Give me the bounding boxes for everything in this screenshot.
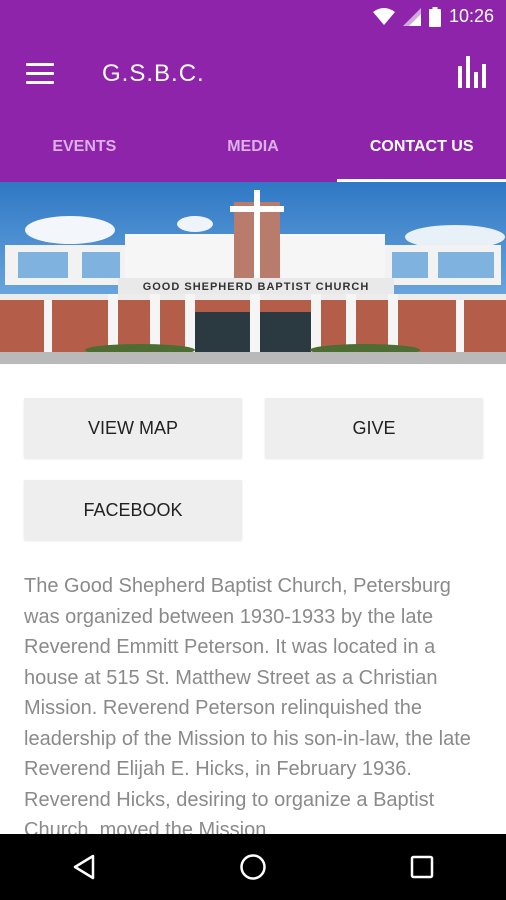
home-icon[interactable] bbox=[223, 837, 283, 897]
view-map-button[interactable]: VIEW MAP bbox=[24, 398, 242, 458]
battery-icon bbox=[428, 6, 441, 27]
stats-icon[interactable] bbox=[458, 56, 486, 88]
status-icons: 10:26 bbox=[372, 6, 494, 27]
church-history-text: The Good Shepherd Baptist Church, Peters… bbox=[24, 575, 471, 841]
app-bar: G.S.B.C. bbox=[0, 36, 506, 112]
give-button[interactable]: GIVE bbox=[265, 398, 483, 458]
wifi-icon bbox=[372, 7, 395, 25]
status-bar: 10:26 bbox=[0, 0, 506, 36]
tab-contact-us[interactable]: CONTACT US bbox=[337, 112, 506, 182]
back-icon[interactable] bbox=[54, 837, 114, 897]
church-hero-image: GOOD SHEPHERD BAPTIST CHURCH bbox=[0, 182, 506, 364]
tab-bar: EVENTS MEDIA CONTACT US bbox=[0, 112, 506, 182]
tab-events[interactable]: EVENTS bbox=[0, 112, 169, 182]
tab-label: CONTACT US bbox=[369, 138, 474, 155]
facebook-button[interactable]: FACEBOOK bbox=[24, 480, 242, 540]
recents-icon[interactable] bbox=[392, 837, 452, 897]
cell-signal-icon bbox=[402, 7, 421, 26]
tab-label: MEDIA bbox=[227, 138, 279, 155]
system-nav-bar bbox=[0, 834, 506, 900]
status-time: 10:26 bbox=[448, 6, 494, 26]
church-sign-text: GOOD SHEPHERD BAPTIST CHURCH bbox=[143, 281, 370, 293]
app-title: G.S.B.C. bbox=[102, 60, 205, 87]
menu-icon[interactable] bbox=[26, 63, 54, 85]
tab-label: EVENTS bbox=[52, 138, 117, 155]
church-illustration: GOOD SHEPHERD BAPTIST CHURCH bbox=[0, 182, 506, 364]
tab-media[interactable]: MEDIA bbox=[169, 112, 338, 182]
